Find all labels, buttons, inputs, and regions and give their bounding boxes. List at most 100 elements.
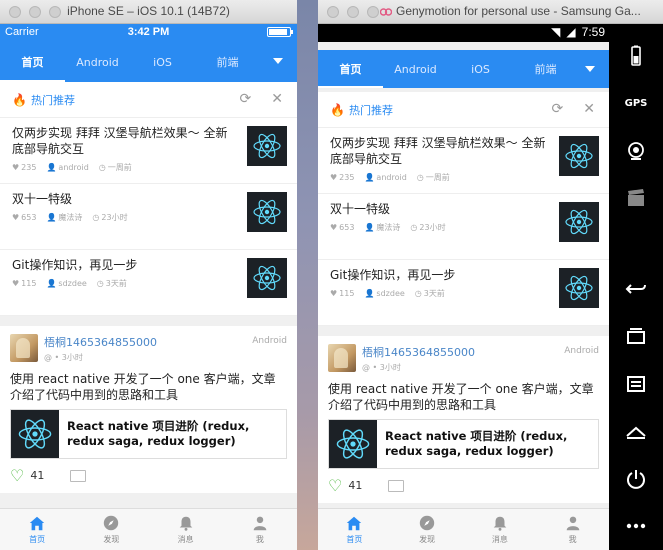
close-icon[interactable]: ✕ — [271, 91, 283, 107]
like-count: ♥ 653 — [12, 213, 37, 222]
status-time: 7:59 — [581, 25, 605, 39]
home-outline-icon — [626, 426, 646, 439]
nav-me[interactable]: 我 — [223, 509, 297, 550]
avatar[interactable] — [328, 344, 356, 372]
close-button[interactable] — [327, 6, 339, 18]
author: 👤 android — [364, 173, 407, 182]
flame-icon: 🔥 — [12, 92, 27, 107]
zoom-button[interactable] — [367, 6, 379, 18]
link-title: React native 项目进阶 (redux, redux saga, re… — [67, 419, 250, 448]
like-count: 41 — [348, 479, 363, 492]
react-logo-icon — [329, 420, 377, 468]
webcam-icon — [628, 141, 644, 160]
screencast-button[interactable] — [609, 174, 663, 221]
tab-frontend[interactable]: 前端 — [513, 50, 578, 88]
author: 👤 sdzdee — [364, 289, 405, 298]
feed-username[interactable]: 梧桐1465364855000 — [362, 344, 475, 360]
genymotion-sidebar: GPS — [609, 24, 663, 550]
recent-apps-button[interactable] — [609, 313, 663, 360]
compass-icon — [104, 515, 119, 531]
hot-card: 🔥 热门推荐 ⟳ ✕ 仅两步实现 拜拜 汉堡导航栏效果～ 全新底部导航交互 ♥ 2… — [318, 92, 609, 326]
genymotion-logo-icon — [380, 8, 392, 16]
article-item[interactable]: Git操作知识，再见一步 ♥ 115 👤 sdzdee ◷ 3天前 — [0, 250, 297, 316]
refresh-icon[interactable]: ⟳ — [240, 91, 252, 107]
article-item[interactable]: 仅两步实现 拜拜 汉堡导航栏效果～ 全新底部导航交互 ♥ 235 👤 androi… — [318, 128, 609, 194]
tab-android[interactable]: Android — [65, 42, 130, 82]
minimize-button[interactable] — [347, 6, 359, 18]
user-icon — [566, 516, 579, 531]
home-button[interactable] — [609, 408, 663, 455]
nav-messages[interactable]: 消息 — [149, 509, 223, 550]
nav-me[interactable]: 我 — [536, 509, 609, 550]
comment-icon[interactable] — [388, 479, 405, 492]
time: ◷ 一周前 — [98, 163, 132, 172]
bottom-nav: 首页 发现 消息 我 — [318, 508, 609, 550]
bottom-nav: 首页 发现 消息 我 — [0, 508, 297, 550]
window-title: Genymotion for personal use - Samsung Ga… — [396, 4, 641, 18]
window-controls[interactable] — [327, 6, 379, 18]
avatar[interactable] — [10, 334, 38, 362]
bell-icon — [493, 516, 507, 531]
tab-android[interactable]: Android — [383, 50, 448, 88]
nav-discover[interactable]: 发现 — [74, 509, 148, 550]
feed-username[interactable]: 梧桐1465364855000 — [44, 334, 157, 350]
platform-label: Android — [252, 336, 287, 346]
back-button[interactable] — [609, 266, 663, 313]
tab-home[interactable]: 首页 — [0, 42, 65, 82]
react-logo-icon — [11, 410, 59, 458]
user-icon — [253, 516, 267, 531]
tab-home[interactable]: 首页 — [318, 50, 383, 88]
like-count: 41 — [30, 469, 45, 482]
battery-widget-button[interactable] — [609, 32, 663, 79]
time: ◷ 3天前 — [414, 289, 445, 298]
signal-icon: ◢ — [566, 25, 576, 39]
home-icon — [29, 516, 45, 531]
nav-messages[interactable]: 消息 — [464, 509, 537, 550]
article-title: 双十一特级 — [12, 192, 73, 206]
bell-icon — [179, 516, 192, 531]
link-card[interactable]: React native 项目进阶 (redux, redux saga, re… — [10, 409, 287, 459]
link-title: React native 项目进阶 (redux, redux saga, re… — [385, 429, 568, 458]
dropdown-arrow-icon[interactable] — [273, 58, 283, 64]
divider — [318, 326, 609, 336]
feed-text: 使用 react native 开发了一个 one 客户端，文章介绍了代码中用到… — [328, 382, 594, 412]
gps-button[interactable]: GPS — [609, 79, 663, 126]
feed-item[interactable]: 梧桐1465364855000 @ • 3小时 Android 使用 react… — [0, 326, 297, 493]
nav-home[interactable]: 首页 — [318, 509, 391, 550]
top-tab-bar: 首页 Android iOS 前端 — [0, 42, 297, 82]
power-button[interactable] — [609, 455, 663, 502]
webcam-button[interactable] — [609, 127, 663, 174]
hot-card: 🔥 热门推荐 ⟳ ✕ 仅两步实现 拜拜 汉堡导航栏效果～ 全新底部导航交互 ♥ 2… — [0, 82, 297, 316]
gps-icon: GPS — [624, 97, 648, 109]
menu-button[interactable] — [609, 360, 663, 407]
close-icon[interactable]: ✕ — [583, 101, 595, 117]
article-item[interactable]: 双十一特级 ♥ 653 👤 魔法诗 ◷ 23小时 — [318, 194, 609, 260]
link-card[interactable]: React native 项目进阶 (redux, redux saga, re… — [328, 419, 599, 469]
nav-discover[interactable]: 发现 — [391, 509, 464, 550]
android-titlebar: Genymotion for personal use - Samsung Ga… — [318, 0, 663, 24]
nav-home[interactable]: 首页 — [0, 509, 74, 550]
heart-icon[interactable]: ♡ — [328, 476, 342, 495]
article-item[interactable]: Git操作知识，再见一步 ♥ 115 👤 sdzdee ◷ 3天前 — [318, 260, 609, 326]
refresh-icon[interactable]: ⟳ — [552, 101, 564, 117]
top-tab-bar: 首页 Android iOS 前端 — [318, 50, 609, 88]
react-logo-icon — [559, 268, 599, 308]
dropdown-arrow-icon[interactable] — [585, 66, 595, 72]
feed-text: 使用 react native 开发了一个 one 客户端，文章介绍了代码中用到… — [10, 372, 276, 402]
article-title: 双十一特级 — [330, 202, 391, 216]
heart-icon[interactable]: ♡ — [10, 466, 24, 485]
tab-frontend[interactable]: 前端 — [195, 42, 260, 82]
time: ◷ 3天前 — [96, 279, 127, 288]
hot-title: 热门推荐 — [348, 103, 393, 117]
article-item[interactable]: 双十一特级 ♥ 653 👤 魔法诗 ◷ 23小时 — [0, 184, 297, 250]
comment-icon[interactable] — [70, 469, 87, 482]
tab-ios[interactable]: iOS — [448, 50, 513, 88]
hot-header: 🔥 热门推荐 ⟳ ✕ — [0, 82, 297, 118]
article-title: Git操作知识，再见一步 — [330, 268, 456, 282]
article-item[interactable]: 仅两步实现 拜拜 汉堡导航栏效果～ 全新底部导航交互 ♥ 235 👤 androi… — [0, 118, 297, 184]
home-icon — [347, 516, 362, 531]
tab-ios[interactable]: iOS — [130, 42, 195, 82]
more-button[interactable] — [609, 503, 663, 550]
window-title: iPhone SE – iOS 10.1 (14B72) — [67, 4, 230, 18]
feed-item[interactable]: 梧桐1465364855000 @ • 3小时 Android 使用 react… — [318, 336, 609, 503]
